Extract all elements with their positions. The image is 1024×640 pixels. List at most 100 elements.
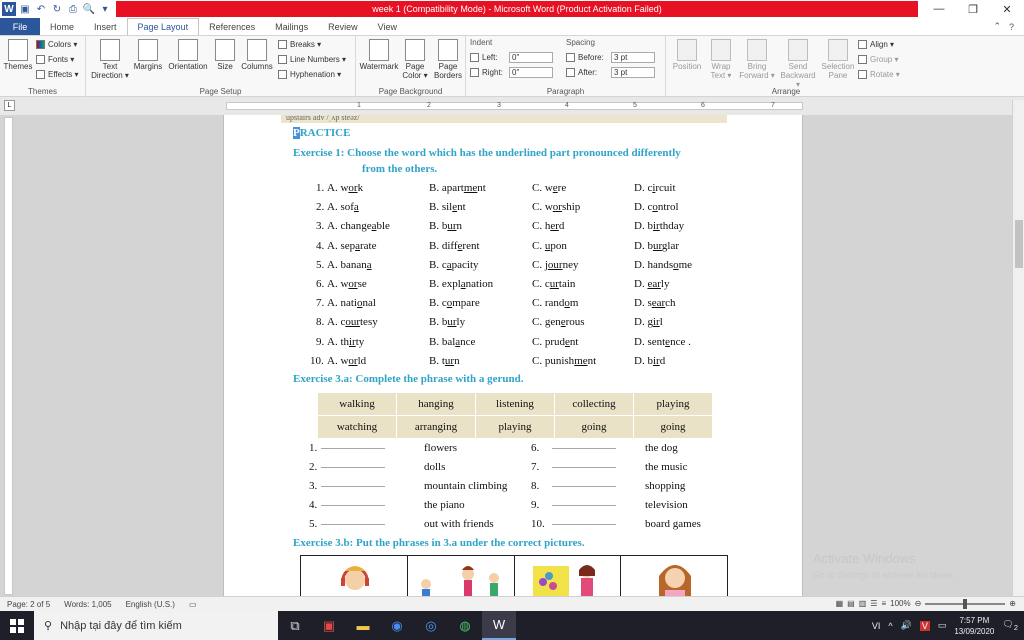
themes-button[interactable]: Themes: [4, 39, 32, 71]
group-button[interactable]: Group ▾: [858, 55, 898, 64]
close-button[interactable]: ✕: [990, 0, 1024, 18]
notification-icon[interactable]: 🗨2: [1002, 619, 1018, 632]
tab-mailings[interactable]: Mailings: [265, 18, 318, 35]
themes-icon: [8, 39, 28, 61]
word-part: B. diff: [429, 239, 458, 252]
print-icon[interactable]: ⎙: [66, 2, 80, 16]
send-backward-button[interactable]: Send Backward ▾: [778, 39, 818, 89]
print-preview-icon[interactable]: 🔍: [82, 2, 96, 16]
document-page[interactable]: upstairs adv /ˌʌp steəz/ PRACTICE Exerci…: [223, 115, 803, 596]
bring-forward-button[interactable]: Bring Forward ▾: [738, 39, 776, 80]
language-indicator[interactable]: English (U.S.): [119, 600, 182, 609]
align-button[interactable]: Align ▾: [858, 40, 894, 49]
zoom-slider[interactable]: [925, 598, 1006, 609]
tab-view[interactable]: View: [368, 18, 407, 35]
text-direction-button[interactable]: Text Direction ▾: [90, 39, 130, 80]
fonts-button[interactable]: Fonts ▾: [36, 55, 74, 64]
size-button[interactable]: Size: [212, 39, 238, 71]
vietkey-icon[interactable]: V: [919, 620, 930, 631]
clock[interactable]: 7:57 PM 13/09/2020: [954, 615, 994, 637]
page-count[interactable]: Page: 2 of 5: [0, 600, 57, 609]
indent-left-input[interactable]: 0": [509, 52, 553, 63]
start-button[interactable]: [0, 611, 34, 640]
page-borders-button[interactable]: Page Borders: [432, 39, 464, 80]
wrap-text-button[interactable]: Wrap Text ▾: [706, 39, 736, 80]
restore-button[interactable]: ❐: [956, 0, 990, 18]
orientation-button[interactable]: Orientation: [166, 39, 210, 71]
tab-review[interactable]: Review: [318, 18, 368, 35]
macro-record-icon[interactable]: ▭: [182, 600, 204, 609]
network-icon[interactable]: ▭: [938, 620, 947, 631]
hyphenation-button[interactable]: Hyphenation ▾: [278, 70, 341, 79]
word-logo-icon[interactable]: W: [2, 2, 16, 16]
tab-references[interactable]: References: [199, 18, 265, 35]
browser-icon[interactable]: ◍: [448, 611, 482, 640]
zoom-level[interactable]: 100%: [890, 599, 910, 608]
position-button[interactable]: Position: [670, 39, 704, 71]
redo-icon[interactable]: ↻: [50, 2, 64, 16]
draft-icon[interactable]: ≡: [881, 599, 886, 608]
save-icon[interactable]: ▣: [18, 2, 32, 16]
zoom-out-icon[interactable]: ⊖: [915, 599, 922, 608]
outline-icon[interactable]: ☰: [870, 599, 877, 608]
option-d: D. burglar: [634, 240, 679, 252]
activate-windows-watermark: Activate Windows: [813, 551, 916, 566]
file-explorer-icon[interactable]: ▬: [346, 611, 380, 640]
taskbar-search[interactable]: ⚲ Nhập tại đây để tìm kiếm: [34, 611, 278, 640]
word-part: B. sil: [429, 201, 453, 214]
margins-button[interactable]: Margins: [132, 39, 164, 71]
scrollbar-thumb[interactable]: [1015, 220, 1023, 268]
question-number: 1.: [316, 182, 325, 194]
zalo-icon[interactable]: ◎: [414, 611, 448, 640]
minimize-ribbon-icon[interactable]: ⌃: [993, 21, 1001, 32]
ruler-mark: 5: [633, 102, 637, 109]
rotate-button[interactable]: Rotate ▾: [858, 70, 900, 79]
app-icon[interactable]: ▣: [312, 611, 346, 640]
colors-button[interactable]: Colors ▾: [36, 40, 77, 49]
spacing-after-input[interactable]: 3 pt: [611, 67, 655, 78]
gerund-table: walking hanging listening collecting pla…: [317, 392, 713, 439]
document-area[interactable]: upstairs adv /ˌʌp steəz/ PRACTICE Exerci…: [16, 115, 1012, 596]
word-part: D. g: [634, 316, 653, 329]
underlined-part: or: [348, 354, 358, 367]
practice-heading[interactable]: PRACTICE: [293, 127, 350, 139]
tab-page-layout[interactable]: Page Layout: [126, 18, 200, 35]
zoom-app-icon[interactable]: ◉: [380, 611, 414, 640]
input-language[interactable]: VI: [872, 621, 881, 631]
breaks-button[interactable]: Breaks ▾: [278, 40, 321, 49]
line-numbers-button[interactable]: Line Numbers ▾: [278, 55, 346, 64]
word-part: C. gen: [532, 316, 561, 329]
web-layout-icon[interactable]: ▥: [859, 599, 867, 608]
columns-button[interactable]: Columns: [240, 39, 274, 71]
option-a: A. work: [327, 182, 363, 194]
vertical-scrollbar[interactable]: [1012, 100, 1024, 596]
customize-qat-icon[interactable]: ▾: [98, 2, 112, 16]
undo-icon[interactable]: ↶: [34, 2, 48, 16]
zoom-slider-thumb[interactable]: [963, 598, 968, 609]
tab-selector[interactable]: L: [4, 100, 15, 111]
volume-icon[interactable]: 🔊: [901, 620, 912, 631]
picture-friends: [408, 556, 515, 596]
minimize-button[interactable]: —: [922, 0, 956, 18]
tab-insert[interactable]: Insert: [84, 18, 127, 35]
print-layout-icon[interactable]: ▦: [836, 599, 844, 608]
tab-file[interactable]: File: [0, 18, 40, 35]
tab-home[interactable]: Home: [40, 18, 84, 35]
watermark-button[interactable]: Watermark: [360, 39, 398, 71]
option-d: D. early: [634, 278, 669, 290]
search-placeholder: Nhập tại đây để tìm kiếm: [60, 619, 182, 632]
task-view-icon[interactable]: ⧉: [278, 611, 312, 640]
zoom-in-icon[interactable]: ⊕: [1009, 599, 1016, 608]
help-icon[interactable]: ?: [1009, 22, 1014, 32]
horizontal-ruler[interactable]: 1 2 3 4 5 6 7: [226, 102, 803, 110]
full-screen-icon[interactable]: ▤: [847, 599, 855, 608]
indent-right-input[interactable]: 0": [509, 67, 553, 78]
effects-button[interactable]: Effects ▾: [36, 70, 79, 79]
spacing-before-input[interactable]: 3 pt: [611, 52, 655, 63]
tray-chevron-icon[interactable]: ^: [888, 621, 892, 631]
page-color-button[interactable]: Page Color ▾: [400, 39, 430, 80]
vertical-ruler[interactable]: [4, 117, 13, 595]
word-taskbar-icon[interactable]: W: [482, 611, 516, 640]
word-count[interactable]: Words: 1,005: [57, 600, 118, 609]
selection-pane-button[interactable]: Selection Pane: [820, 39, 856, 80]
